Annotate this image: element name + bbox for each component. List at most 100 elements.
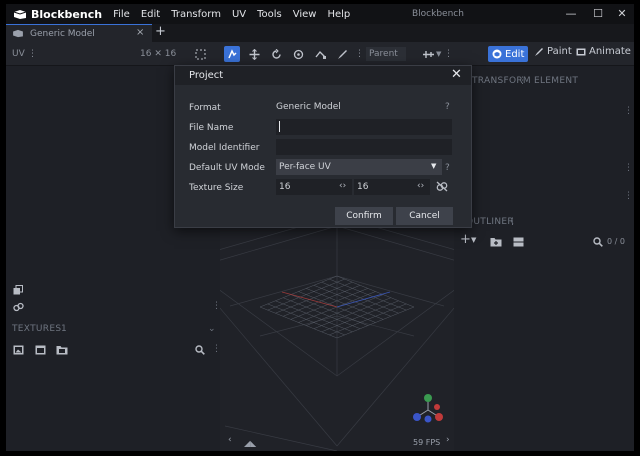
selection-icon[interactable] (192, 46, 208, 62)
menu-file[interactable]: File (113, 9, 130, 20)
translate-arrows-icon[interactable] (246, 46, 262, 62)
file-name-label: File Name (189, 123, 234, 133)
uv-panel-menu-icon[interactable]: ⋮ (28, 49, 37, 59)
toolbar-more-icon[interactable]: ⋮ (444, 49, 453, 59)
tab-bar: Generic Model × + (6, 24, 634, 42)
outliner-menu-icon[interactable]: ⋮ (508, 217, 517, 227)
panel-menu-icon[interactable]: ⋮ (624, 163, 633, 173)
model-icon (13, 29, 23, 38)
texture-size-label: Texture Size (189, 183, 244, 193)
add-cube-icon[interactable]: + (460, 232, 471, 247)
brush-icon[interactable] (334, 46, 350, 62)
menu-edit[interactable]: Edit (141, 9, 160, 20)
rotate-icon[interactable] (268, 46, 284, 62)
mode-edit-label: Edit (505, 48, 525, 60)
dialog-close-button[interactable]: ✕ (451, 67, 462, 82)
resize-arrows-icon[interactable]: ‹› (417, 181, 424, 191)
model-identifier-label: Model Identifier (189, 143, 260, 153)
resize-arrows-icon[interactable]: ‹› (339, 181, 346, 191)
model-identifier-input[interactable] (276, 139, 452, 155)
align-icon[interactable] (420, 46, 436, 62)
film-icon (576, 48, 586, 55)
timeline-prev-icon[interactable]: ‹ (228, 435, 232, 445)
panel-menu-icon[interactable]: ⋮ (624, 191, 633, 201)
tab-label: Generic Model (30, 28, 95, 39)
pivot-tool-icon[interactable] (290, 46, 306, 62)
texture-height-value: 16 (357, 182, 369, 192)
mode-animate-label: Animate (589, 46, 631, 57)
mode-paint-button[interactable]: Paint (534, 46, 572, 57)
maximize-button[interactable]: ☐ (591, 7, 605, 21)
copy-icon[interactable] (12, 284, 24, 295)
view-gizmo[interactable] (411, 393, 445, 427)
add-group-icon[interactable] (490, 236, 502, 247)
textures-count: 1 (61, 324, 68, 334)
pivot-parent-label: Parent (369, 49, 398, 59)
toolbar-divider-icon: ⋮ (355, 49, 364, 59)
project-dialog: Project ✕ Format Generic Model ? File Na… (174, 65, 472, 228)
minimize-button[interactable]: — (564, 7, 578, 21)
uv-mode-select[interactable]: Per-face UV ▼ (276, 159, 442, 175)
texture-width-input[interactable]: 16 ‹› (276, 179, 352, 195)
collapse-chevron-icon[interactable]: ⌄ (208, 324, 216, 334)
file-name-input[interactable] (276, 119, 452, 135)
textures-panel-header: TEXTURES (12, 324, 62, 334)
mode-edit-button[interactable]: Edit (488, 46, 528, 62)
element-panel-header[interactable]: ELEMENT (534, 76, 578, 86)
timeline-next-icon[interactable]: › (446, 435, 450, 445)
dialog-title-bar: Project ✕ (175, 66, 471, 85)
menu-help[interactable]: Help (327, 9, 350, 20)
vertex-snap-icon[interactable] (312, 46, 328, 62)
transform-menu-icon[interactable]: ⋮ (518, 76, 527, 86)
texture-folder-icon[interactable] (56, 344, 68, 355)
uv-panel-label: UV (12, 49, 25, 59)
add-tab-button[interactable]: + (155, 24, 166, 39)
import-texture-icon[interactable] (12, 344, 24, 355)
uv-mode-label: Default UV Mode (189, 163, 265, 173)
app-logo: Blockbench (13, 8, 102, 21)
search-icon[interactable] (194, 344, 206, 355)
texture-width-value: 16 (279, 182, 291, 192)
menu-transform[interactable]: Transform (171, 9, 221, 20)
fps-counter: 59 FPS (413, 438, 441, 447)
right-sidebar: TRANSFORM ⋮ ELEMENT ⋮ ⋮ ⋮ OUTLINER ⋮ + ▼… (454, 66, 634, 451)
format-help-icon[interactable]: ? (445, 102, 450, 112)
camera-angle-icon[interactable]: ◢◣ (244, 439, 256, 448)
dialog-title: Project (189, 70, 224, 81)
tab-close-button[interactable]: × (136, 27, 144, 38)
confirm-button[interactable]: Confirm (335, 207, 393, 225)
add-chevron-icon[interactable]: ▼ (471, 236, 476, 244)
format-label: Format (189, 103, 221, 113)
cube-icon (492, 49, 502, 59)
uv-mode-help-icon[interactable]: ? (445, 163, 450, 173)
search-icon[interactable] (592, 236, 604, 247)
collapse-all-icon[interactable] (512, 236, 524, 247)
menu-view[interactable]: View (293, 9, 317, 20)
blockbench-logo-icon (13, 9, 27, 19)
link-icon[interactable] (12, 301, 24, 312)
toolbar: UV ⋮ 16 ✕ 16 ⋮ Parent ▼ ▼ (6, 42, 634, 72)
uv-size-label: 16 ✕ 16 (140, 49, 177, 59)
create-texture-icon[interactable] (34, 344, 46, 355)
app-logo-text: Blockbench (31, 7, 103, 21)
unlink-icon[interactable] (436, 181, 448, 192)
blockbench-window: Blockbench File Edit Transform UV Tools … (6, 4, 634, 451)
align-chevron-icon[interactable]: ▼ (436, 50, 441, 58)
title-bar: Blockbench File Edit Transform UV Tools … (6, 4, 634, 24)
mode-paint-label: Paint (547, 46, 572, 57)
window-title: Blockbench (412, 9, 464, 19)
pivot-parent-select[interactable]: Parent ▼ (366, 47, 406, 72)
tab-generic-model[interactable]: Generic Model × (6, 24, 152, 42)
outliner-count: 0 / 0 (607, 237, 625, 246)
chevron-down-icon: ▼ (431, 162, 437, 170)
window-close-button[interactable]: ✕ (615, 7, 629, 21)
mode-animate-button[interactable]: Animate (576, 46, 631, 57)
texture-height-input[interactable]: 16 ‹› (354, 179, 430, 195)
menu-tools[interactable]: Tools (257, 9, 282, 20)
move-tool-icon[interactable] (224, 46, 240, 62)
paint-brush-icon (535, 47, 543, 56)
cancel-button[interactable]: Cancel (396, 207, 453, 225)
menu-uv[interactable]: UV (232, 9, 246, 20)
text-caret (279, 121, 280, 132)
panel-menu-icon[interactable]: ⋮ (624, 106, 633, 116)
